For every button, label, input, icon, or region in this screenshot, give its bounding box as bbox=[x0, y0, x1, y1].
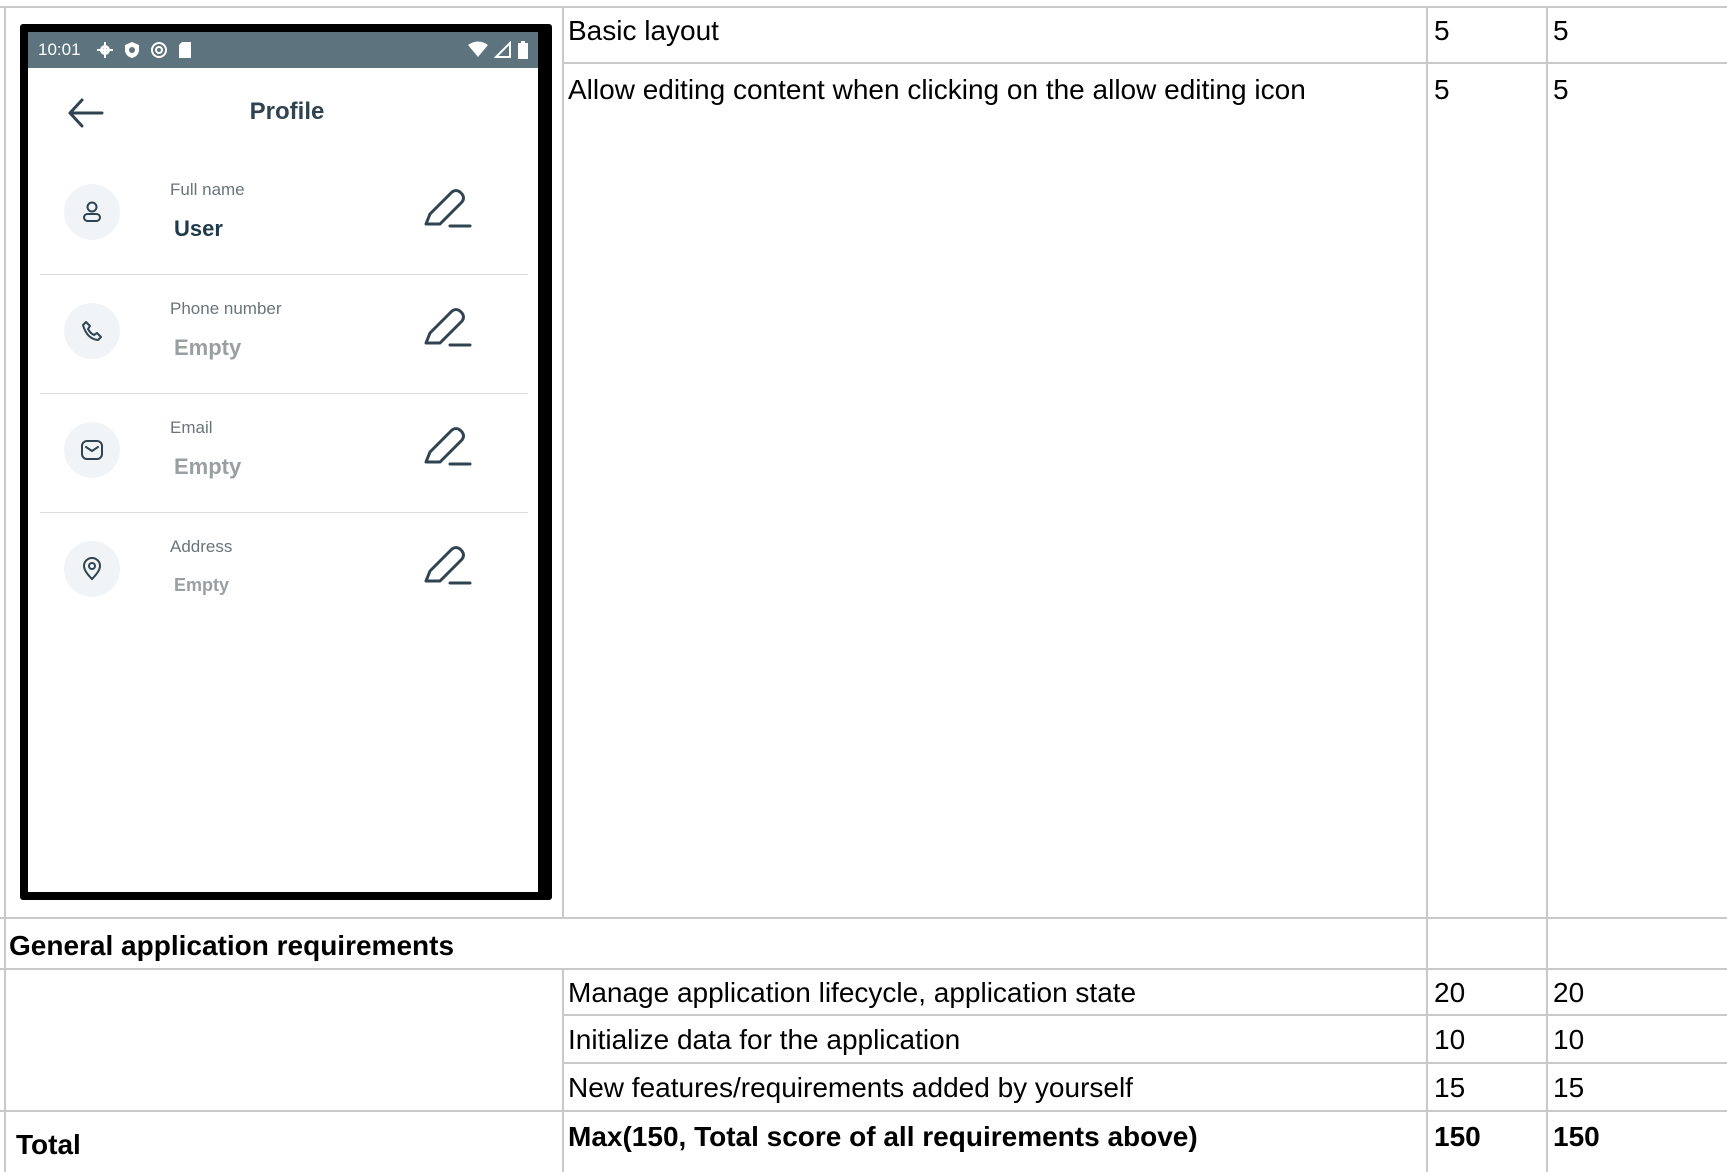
page-title: Profile bbox=[249, 98, 325, 125]
edit-button[interactable] bbox=[422, 543, 474, 589]
score-cell: 5 bbox=[1553, 15, 1569, 46]
pencil-icon bbox=[424, 546, 472, 585]
shield-icon bbox=[125, 42, 139, 58]
total-score: 150 bbox=[1553, 1121, 1600, 1152]
field-value: Empty bbox=[174, 575, 230, 595]
requirement-cell: New features/requirements added by yours… bbox=[568, 1072, 1133, 1103]
requirement-cell: Initialize data for the application bbox=[568, 1024, 961, 1055]
field-icon-badge bbox=[64, 541, 120, 597]
field-label: Full name bbox=[170, 180, 245, 199]
field-label: Address bbox=[170, 537, 233, 556]
table-border bbox=[0, 917, 1727, 919]
score-cell: 5 bbox=[1434, 74, 1450, 105]
score-cell: 10 bbox=[1553, 1024, 1585, 1055]
field-icon-badge bbox=[64, 422, 120, 478]
requirement-cell: Basic layout bbox=[568, 15, 719, 46]
table-border bbox=[562, 968, 564, 1172]
score-cell: 5 bbox=[1553, 74, 1569, 105]
table-border bbox=[4, 6, 6, 1172]
total-score: 150 bbox=[1434, 1121, 1481, 1152]
location-pin-icon bbox=[82, 557, 102, 581]
table-border bbox=[0, 6, 1727, 8]
section-heading: General application requirements bbox=[9, 930, 455, 961]
field-value: Empty bbox=[174, 454, 242, 479]
profile-field-row: Address Empty bbox=[40, 513, 528, 632]
score-cell: 20 bbox=[1434, 977, 1466, 1008]
user-icon bbox=[83, 201, 101, 222]
app-bar: Profile bbox=[28, 68, 538, 156]
table-border bbox=[562, 1062, 1727, 1064]
field-icon-badge bbox=[64, 184, 120, 240]
table-border bbox=[562, 62, 1727, 64]
table-border bbox=[562, 1014, 1727, 1016]
table-border bbox=[1546, 6, 1548, 1172]
edit-button[interactable] bbox=[422, 305, 474, 351]
score-cell: 15 bbox=[1553, 1072, 1585, 1103]
pencil-icon bbox=[424, 189, 472, 228]
table-border bbox=[1426, 6, 1428, 1172]
score-cell: 15 bbox=[1434, 1072, 1466, 1103]
settings-icon bbox=[97, 42, 113, 58]
profile-field-row: Full name User bbox=[40, 156, 528, 275]
total-requirement: Max(150, Total score of all requirements… bbox=[568, 1121, 1198, 1152]
table-border bbox=[0, 968, 1727, 970]
phone-screen: 10:01 Profile Full name User Phone numbe… bbox=[28, 32, 538, 892]
pencil-icon bbox=[424, 308, 472, 347]
edit-button[interactable] bbox=[422, 424, 474, 470]
table-border bbox=[0, 1110, 1727, 1112]
field-label: Phone number bbox=[170, 299, 282, 318]
status-bar: 10:01 bbox=[28, 32, 538, 68]
score-cell: 5 bbox=[1434, 15, 1450, 46]
sd-card-icon bbox=[179, 42, 191, 58]
edit-button[interactable] bbox=[422, 186, 474, 232]
requirement-cell: Manage application lifecycle, applicatio… bbox=[568, 977, 1137, 1008]
phone-icon bbox=[82, 321, 102, 341]
score-cell: 20 bbox=[1553, 977, 1585, 1008]
requirement-cell: Allow editing content when clicking on t… bbox=[568, 74, 1306, 105]
signal-icon bbox=[494, 41, 511, 58]
total-label: Total bbox=[16, 1129, 81, 1160]
status-right-icons bbox=[468, 41, 528, 59]
field-label: Email bbox=[170, 418, 213, 437]
table-border bbox=[562, 6, 564, 918]
field-value: Empty bbox=[174, 335, 242, 360]
profile-field-row: Email Empty bbox=[40, 394, 528, 513]
sync-icon bbox=[151, 42, 167, 58]
battery-icon bbox=[518, 41, 528, 59]
status-time: 10:01 bbox=[38, 40, 81, 59]
profile-field-row: Phone number Empty bbox=[40, 275, 528, 394]
wifi-icon bbox=[468, 41, 488, 57]
pencil-icon bbox=[424, 427, 472, 466]
phone-screenshot: 10:01 Profile Full name User Phone numbe… bbox=[20, 24, 552, 900]
email-icon bbox=[81, 440, 103, 460]
status-icons bbox=[96, 41, 192, 59]
score-cell: 10 bbox=[1434, 1024, 1466, 1055]
field-icon-badge bbox=[64, 303, 120, 359]
field-value: User bbox=[174, 216, 223, 241]
